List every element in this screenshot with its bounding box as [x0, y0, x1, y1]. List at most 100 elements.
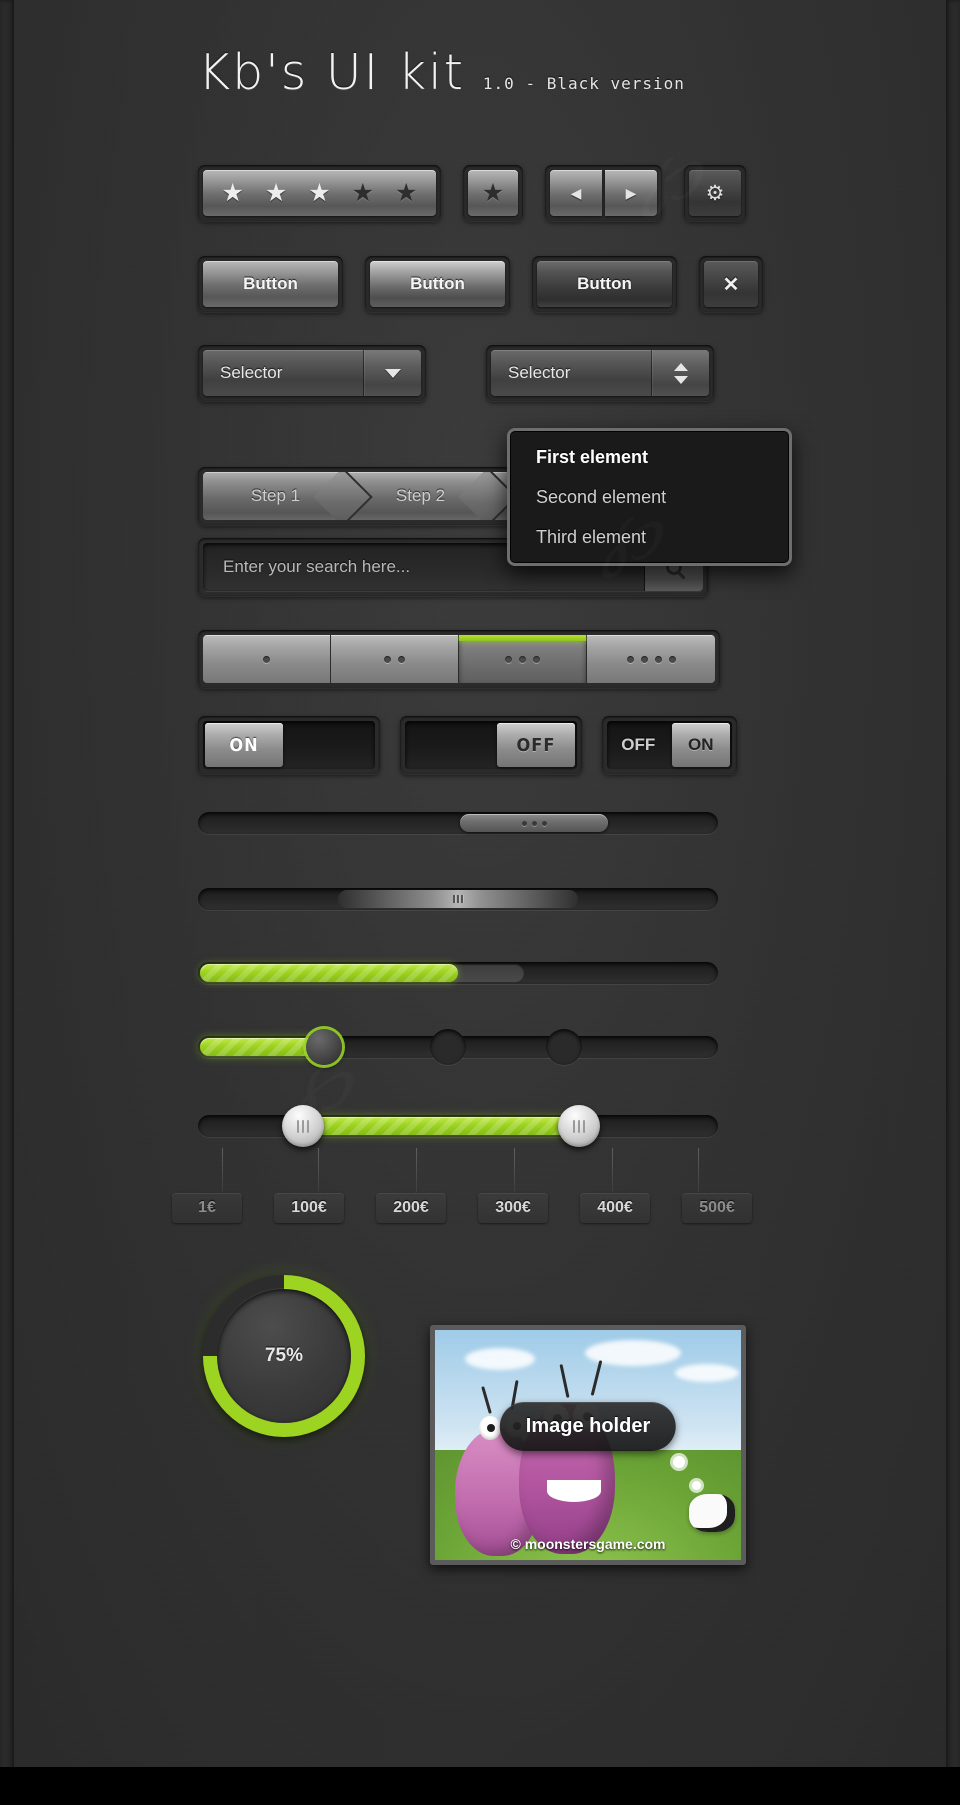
- toggle-off[interactable]: OFF: [400, 716, 582, 774]
- stepper-arrows-icon: [673, 362, 688, 384]
- dropdown-toggle-button[interactable]: [363, 350, 421, 396]
- star-icon[interactable]: ★: [265, 180, 287, 206]
- toggle-off-face[interactable]: OFF: [405, 721, 577, 769]
- star-rating-face[interactable]: ★ ★ ★ ★ ★: [203, 170, 436, 216]
- star-icon: ★: [481, 178, 505, 207]
- dot-icon: [384, 655, 391, 663]
- segment-1[interactable]: [203, 635, 331, 683]
- dot-icon: [626, 655, 634, 663]
- grip-lines-icon: [453, 895, 463, 903]
- segment-2[interactable]: [331, 635, 459, 683]
- progress-bar: [198, 962, 718, 984]
- settings-face[interactable]: ⚙: [689, 170, 741, 216]
- prev-next-buttons[interactable]: ◀ ▶: [545, 165, 662, 221]
- grip-lines-icon: [297, 1119, 309, 1133]
- range-handle-left[interactable]: [282, 1105, 324, 1147]
- button-primary[interactable]: Button: [198, 256, 343, 312]
- star-icon[interactable]: ★: [395, 180, 417, 206]
- price-label: 200€: [376, 1193, 446, 1223]
- price-scale: 1€ 100€ 200€ 300€ 400€ 500€: [172, 1193, 752, 1223]
- single-star-face[interactable]: ★: [468, 170, 518, 216]
- image-holder[interactable]: Image holder © moonstersgame.com: [430, 1325, 746, 1565]
- dot-icon: [640, 655, 648, 663]
- triangle-left-icon: ◀: [570, 184, 582, 201]
- progress-bar-fill: [200, 964, 458, 982]
- image-holder-credit: © moonstersgame.com: [510, 1536, 666, 1552]
- dropdown-menu[interactable]: First element Second element Third eleme…: [507, 428, 792, 566]
- star-icon[interactable]: ★: [308, 180, 330, 206]
- price-label: 400€: [580, 1193, 650, 1223]
- gear-icon: ⚙: [705, 181, 725, 205]
- cloud-shape: [465, 1348, 535, 1370]
- button-tertiary-face[interactable]: Button: [537, 261, 672, 307]
- toggle-dual-face[interactable]: OFF ON: [607, 721, 732, 769]
- segment-3[interactable]: [459, 635, 587, 683]
- scrollbar-gradient[interactable]: [198, 888, 718, 910]
- toggle-on[interactable]: ON: [198, 716, 380, 774]
- dropdown-item-first[interactable]: First element: [510, 437, 789, 477]
- slider[interactable]: [198, 1029, 718, 1065]
- right-edge-bar: [946, 0, 960, 1805]
- scrollbar-thumb[interactable]: [460, 814, 608, 832]
- single-star-button[interactable]: ★: [463, 165, 523, 221]
- toggle-dual[interactable]: OFF ON: [602, 716, 737, 774]
- triangle-right-icon: ▶: [625, 184, 637, 201]
- slider-handle-b[interactable]: [430, 1029, 466, 1065]
- dropdown-item-third[interactable]: Third element: [510, 517, 789, 557]
- slider-handle-c[interactable]: [546, 1029, 582, 1065]
- star-rating[interactable]: ★ ★ ★ ★ ★: [198, 165, 441, 221]
- cloud-shape: [675, 1364, 739, 1382]
- prev-button[interactable]: ◀: [550, 170, 602, 216]
- stepper-buttons[interactable]: [651, 350, 709, 396]
- segmented-control-face[interactable]: [203, 635, 715, 683]
- stepper-selector[interactable]: Selector: [486, 345, 714, 401]
- star-icon[interactable]: ★: [221, 180, 243, 206]
- stepper-selector-label: Selector: [508, 363, 571, 382]
- slider-handle-active[interactable]: [306, 1029, 342, 1065]
- step-item[interactable]: Step 1: [203, 472, 348, 520]
- circular-progress: 75%: [203, 1275, 365, 1437]
- dropdown-item-second[interactable]: Second element: [510, 477, 789, 517]
- tick-mark: [698, 1148, 699, 1192]
- stepper-selector-face[interactable]: Selector: [491, 350, 709, 396]
- close-icon[interactable]: ✕: [704, 261, 758, 307]
- mouth-shape: [547, 1480, 601, 1502]
- grip-lines-icon: [573, 1119, 585, 1133]
- settings-button[interactable]: ⚙: [684, 165, 746, 221]
- toggle-dual-on[interactable]: ON: [671, 723, 730, 767]
- scrollbar-horizontal[interactable]: [198, 812, 718, 834]
- segmented-control[interactable]: [198, 630, 720, 688]
- dropdown-selector[interactable]: Selector: [198, 345, 426, 401]
- button-secondary-face[interactable]: Button: [370, 261, 505, 307]
- dot-icon: [505, 655, 512, 663]
- close-button[interactable]: ✕: [699, 256, 763, 312]
- image-holder-label: Image holder: [499, 1402, 677, 1451]
- dropdown-selector-face[interactable]: Selector: [203, 350, 421, 396]
- toggle-on-knob[interactable]: ON: [205, 723, 283, 767]
- scrollbar-gradient-thumb[interactable]: [338, 890, 578, 908]
- version-label: 1.0 - Black version: [482, 74, 685, 93]
- page-header: Kb's UI kit 1.0 - Black version: [198, 48, 685, 97]
- button-primary-face[interactable]: Button: [203, 261, 338, 307]
- range-handle-right[interactable]: [558, 1105, 600, 1147]
- tick-mark: [612, 1148, 613, 1192]
- tick-mark: [416, 1148, 417, 1192]
- range-slider[interactable]: [198, 1105, 718, 1147]
- price-label: 500€: [682, 1193, 752, 1223]
- button-row: Button Button Button ✕: [198, 256, 763, 312]
- toggle-on-face[interactable]: ON: [203, 721, 375, 769]
- toggle-dual-off[interactable]: OFF: [609, 723, 668, 767]
- selector-row: Selector Selector: [198, 345, 714, 401]
- button-tertiary[interactable]: Button: [532, 256, 677, 312]
- dot-icon: [519, 655, 526, 663]
- flower-icon: [673, 1456, 685, 1468]
- circular-progress-value: 75%: [264, 1345, 304, 1366]
- segment-4[interactable]: [587, 635, 715, 683]
- toggle-off-knob[interactable]: OFF: [497, 723, 575, 767]
- toggle-row: ON OFF OFF ON: [198, 716, 737, 774]
- segmented-control-row: [198, 630, 720, 688]
- active-indicator: [459, 635, 586, 641]
- button-secondary[interactable]: Button: [365, 256, 510, 312]
- star-icon[interactable]: ★: [352, 180, 374, 206]
- next-button[interactable]: ▶: [605, 170, 657, 216]
